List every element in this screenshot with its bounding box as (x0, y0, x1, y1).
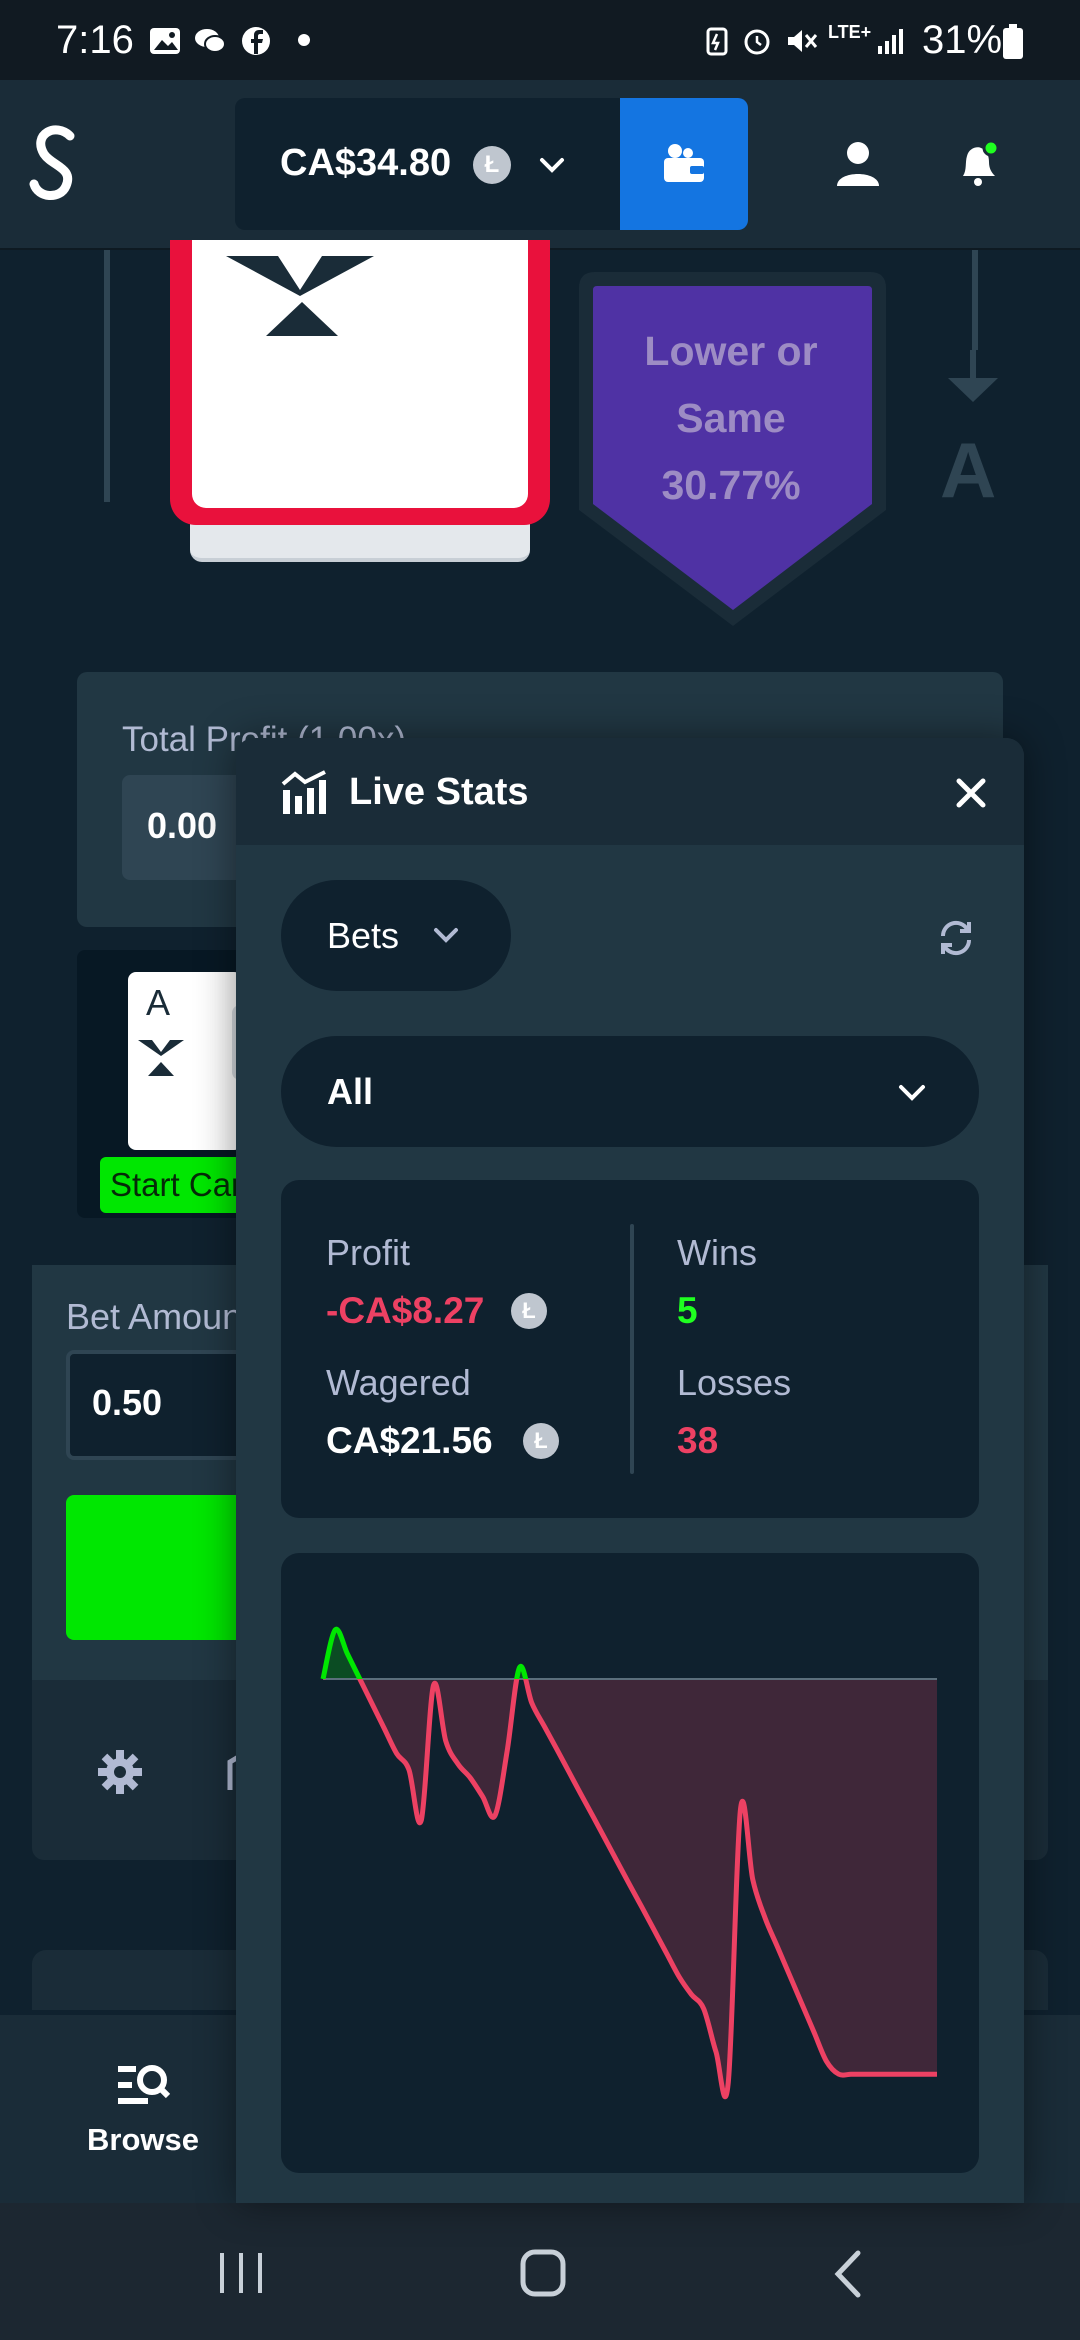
gear-icon[interactable] (98, 1750, 142, 1794)
chevron-down-icon (434, 928, 458, 943)
profit-chart (281, 1553, 979, 2173)
bets-dropdown-label: Bets (327, 915, 400, 956)
recent-apps-icon[interactable] (218, 2253, 264, 2293)
start-card-label: Start Card (100, 1157, 240, 1213)
profit-label: Profit (326, 1232, 411, 1273)
rank-marker: A (940, 426, 997, 514)
profile-icon[interactable] (835, 140, 881, 186)
live-stats-header[interactable]: Live Stats (236, 738, 1024, 845)
litecoin-icon: Ł (511, 1293, 547, 1329)
bet-button[interactable] (66, 1495, 246, 1640)
profit-value: -CA$8.27 (326, 1290, 485, 1331)
lower-or-same-line1: Lower or (644, 328, 818, 374)
battery-icon (1003, 24, 1023, 59)
alarm-icon (744, 29, 770, 55)
arrow-down-icon (948, 350, 998, 402)
current-card-face (192, 240, 528, 508)
lower-or-same-percent: 30.77% (661, 462, 801, 508)
system-navigation-bar (0, 2203, 1080, 2340)
losses-value: 38 (677, 1420, 719, 1461)
wallet-button[interactable] (620, 98, 748, 230)
litecoin-icon: Ł (473, 146, 511, 184)
history-card-rank: A (146, 982, 171, 1023)
stats-summary: Profit -CA$8.27 Ł Wagered CA$21.56 Ł Win… (281, 1180, 979, 1518)
bet-amount-label: Bet Amount (66, 1296, 253, 1337)
balance-amount: CA$34.80 (280, 142, 452, 184)
total-profit-value: 0.00 (147, 805, 218, 846)
status-time: 7:16 (56, 18, 134, 62)
profit-chart-svg (320, 1626, 937, 2100)
live-stats-title: Live Stats (349, 771, 529, 813)
losses-label: Losses (677, 1362, 792, 1403)
wins-value: 5 (677, 1290, 698, 1331)
lower-or-same-text: Lower or Same 30.77% (590, 318, 872, 519)
network-type: LTE+ (828, 22, 872, 42)
chevron-down-icon (899, 1085, 925, 1101)
litecoin-icon: Ł (523, 1423, 559, 1459)
back-icon[interactable] (830, 2249, 864, 2299)
balance-selector[interactable]: CA$34.80 Ł (235, 98, 620, 230)
spade-suit-icon (138, 1040, 184, 1076)
refresh-icon[interactable] (936, 918, 976, 958)
wagered-label: Wagered (326, 1362, 471, 1403)
battery-percent: 31% (922, 18, 1003, 62)
profit-area-negative (323, 1679, 937, 2097)
chevron-down-icon (540, 158, 564, 173)
right-rail (972, 250, 978, 350)
home-icon[interactable] (520, 2249, 566, 2297)
wagered-value: CA$21.56 (326, 1420, 493, 1461)
live-stats-chart-icon (281, 770, 326, 814)
notification-bell-icon[interactable] (955, 140, 1001, 188)
lower-or-same-line2: Same (676, 395, 786, 441)
left-rail (104, 250, 110, 502)
notification-dot-icon (298, 34, 310, 46)
top-navigation: CA$34.80 Ł (0, 80, 1080, 250)
stake-logo-icon[interactable] (26, 124, 82, 204)
live-stats-panel[interactable]: Live Stats Bets All Profit -CA$8.27 Ł Wa… (236, 738, 1024, 2203)
wallet-icon (664, 144, 704, 182)
bets-dropdown[interactable]: Bets (281, 880, 511, 991)
mute-icon (788, 30, 818, 52)
bet-amount-value: 0.50 (92, 1382, 163, 1423)
gallery-icon (150, 28, 180, 54)
spade-suit-icon (226, 256, 374, 336)
facebook-icon (242, 27, 270, 55)
battery-saver-icon (706, 27, 728, 56)
chat-icon (195, 29, 226, 53)
filter-dropdown[interactable]: All (281, 1036, 979, 1147)
wins-label: Wins (677, 1232, 757, 1273)
filter-dropdown-label: All (327, 1071, 374, 1112)
close-icon[interactable] (954, 776, 988, 810)
summary-divider (630, 1224, 634, 1474)
browse-label[interactable]: Browse (87, 2122, 199, 2158)
browse-icon[interactable] (118, 2062, 170, 2110)
signal-icon (878, 29, 903, 54)
